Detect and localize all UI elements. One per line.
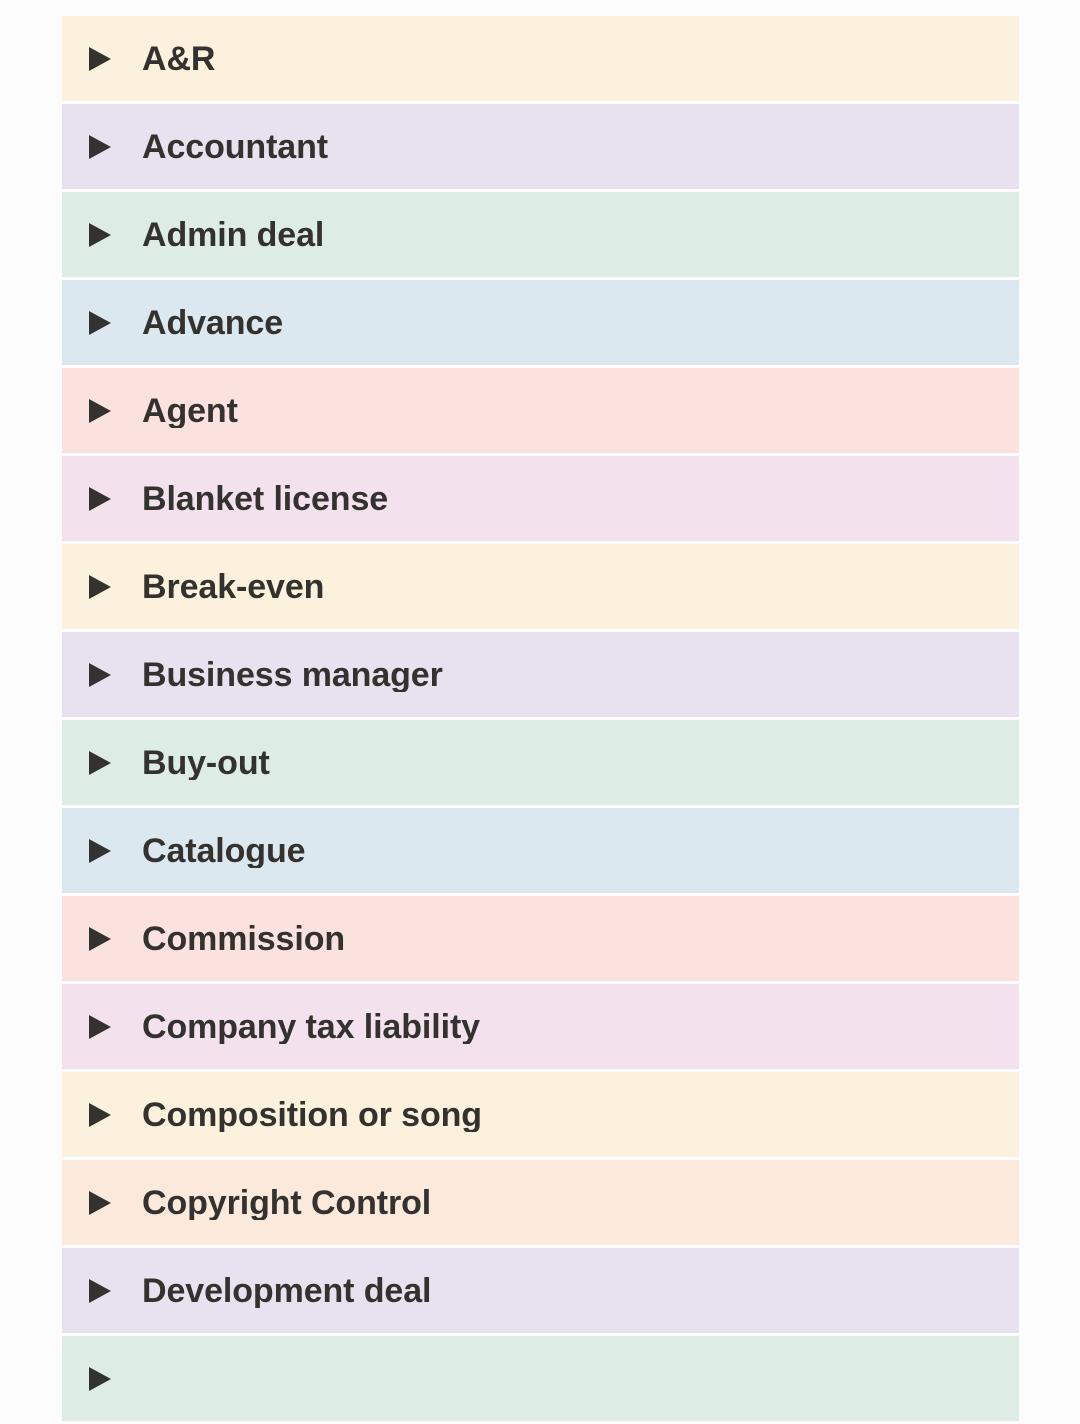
accordion-row[interactable]: Development deal bbox=[62, 1248, 1019, 1333]
disclosure-triangle-collapsed-icon[interactable] bbox=[87, 134, 113, 160]
accordion-row-label: Break-even bbox=[142, 569, 325, 604]
disclosure-triangle-collapsed-icon[interactable] bbox=[87, 750, 113, 776]
accordion-row-label: Agent bbox=[142, 393, 238, 428]
accordion-row[interactable]: Company tax liability bbox=[62, 984, 1019, 1069]
accordion-row-label: Commission bbox=[142, 921, 346, 956]
disclosure-triangle-collapsed-icon[interactable] bbox=[87, 1278, 113, 1304]
disclosure-triangle-collapsed-icon[interactable] bbox=[87, 46, 113, 72]
accordion-row-label: A&R bbox=[142, 41, 216, 76]
accordion-row-label: Advance bbox=[142, 305, 284, 340]
disclosure-triangle-collapsed-icon[interactable] bbox=[87, 222, 113, 248]
accordion-row[interactable]: Copyright Control bbox=[62, 1160, 1019, 1245]
accordion-row-label: Composition or song bbox=[142, 1097, 482, 1132]
accordion-row-label: Copyright Control bbox=[142, 1185, 432, 1220]
accordion-row-label: Company tax liability bbox=[142, 1009, 480, 1044]
accordion-row-label: Admin deal bbox=[142, 217, 325, 252]
disclosure-triangle-collapsed-icon[interactable] bbox=[87, 310, 113, 336]
accordion-row[interactable]: Catalogue bbox=[62, 808, 1019, 893]
accordion-row[interactable]: Agent bbox=[62, 368, 1019, 453]
accordion-row-label: Accountant bbox=[142, 129, 329, 164]
glossary-accordion: A&R Accountant Admin deal Advance Agent Blank… bbox=[62, 16, 1019, 1424]
accordion-row[interactable]: Commission bbox=[62, 896, 1019, 981]
accordion-row[interactable]: Break-even bbox=[62, 544, 1019, 629]
accordion-row[interactable]: Accountant bbox=[62, 104, 1019, 189]
disclosure-triangle-collapsed-icon[interactable] bbox=[87, 1014, 113, 1040]
accordion-row-label: Buy-out bbox=[142, 745, 270, 780]
disclosure-triangle-collapsed-icon[interactable] bbox=[87, 486, 113, 512]
disclosure-triangle-collapsed-icon[interactable] bbox=[87, 1366, 113, 1392]
accordion-row[interactable]: Advance bbox=[62, 280, 1019, 365]
disclosure-triangle-collapsed-icon[interactable] bbox=[87, 398, 113, 424]
disclosure-triangle-collapsed-icon[interactable] bbox=[87, 662, 113, 688]
accordion-row[interactable]: Admin deal bbox=[62, 192, 1019, 277]
accordion-row[interactable]: Buy-out bbox=[62, 720, 1019, 805]
accordion-row[interactable]: Blanket license bbox=[62, 456, 1019, 541]
accordion-row[interactable] bbox=[62, 1336, 1019, 1421]
disclosure-triangle-collapsed-icon[interactable] bbox=[87, 1102, 113, 1128]
accordion-row-label: Development deal bbox=[142, 1273, 432, 1308]
accordion-row[interactable]: Composition or song bbox=[62, 1072, 1019, 1157]
accordion-row[interactable]: A&R bbox=[62, 16, 1019, 101]
disclosure-triangle-collapsed-icon[interactable] bbox=[87, 926, 113, 952]
disclosure-triangle-collapsed-icon[interactable] bbox=[87, 1190, 113, 1216]
disclosure-triangle-collapsed-icon[interactable] bbox=[87, 574, 113, 600]
disclosure-triangle-collapsed-icon[interactable] bbox=[87, 838, 113, 864]
accordion-row-label: Blanket license bbox=[142, 481, 389, 516]
accordion-row[interactable]: Business manager bbox=[62, 632, 1019, 717]
accordion-row-label: Business manager bbox=[142, 657, 443, 692]
accordion-row-label: Catalogue bbox=[142, 833, 306, 868]
